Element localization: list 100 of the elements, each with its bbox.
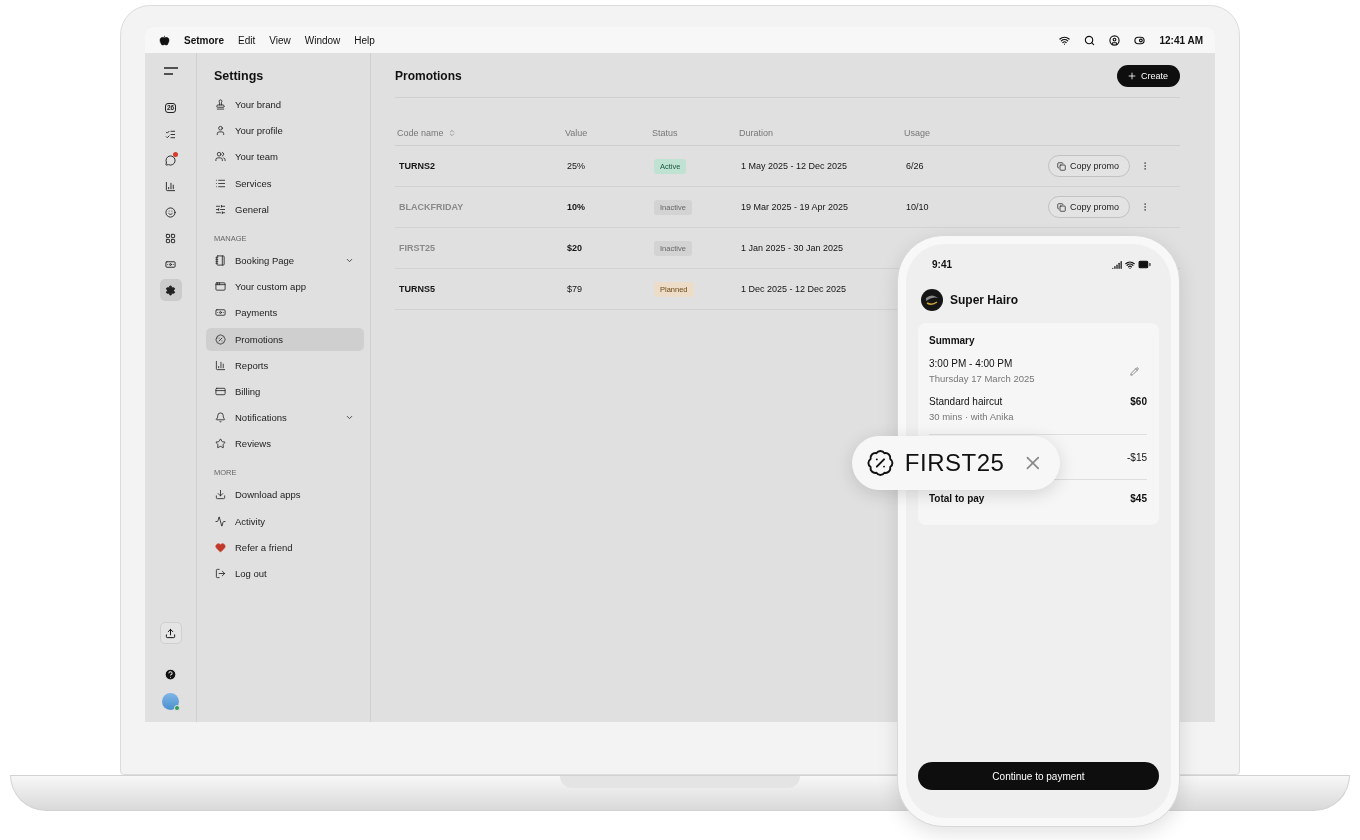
signal-icon — [1112, 259, 1122, 270]
nav-item[interactable]: Activity — [206, 509, 364, 533]
rail-button[interactable] — [159, 279, 182, 301]
menu-item[interactable]: Help — [354, 34, 375, 46]
help-icon[interactable] — [164, 668, 177, 681]
download-icon — [215, 489, 226, 501]
table-cell: FIRST25 — [395, 228, 563, 269]
nav-item[interactable]: General — [206, 197, 364, 221]
table-cell: 10/10 — [902, 187, 1048, 228]
upload-button[interactable] — [159, 622, 182, 644]
stamp-icon — [215, 99, 226, 110]
battery-icon — [1138, 258, 1151, 271]
column-header: Value — [565, 127, 588, 138]
copy-icon — [1056, 202, 1066, 212]
nav-item[interactable]: Services — [206, 171, 364, 195]
nav-item[interactable]: Download apps — [206, 483, 364, 507]
toggle-icon[interactable] — [1134, 34, 1146, 46]
table-cell: 25% — [563, 146, 650, 187]
list-icon — [215, 177, 226, 189]
nav-item[interactable]: Your profile — [206, 119, 364, 143]
app-window-icon — [215, 281, 226, 293]
notification-dot — [172, 152, 178, 157]
plus-icon — [1127, 71, 1137, 81]
menu-clock: 12:41 AM — [1159, 34, 1203, 46]
service-name: Standard haircut — [929, 396, 1004, 407]
continue-button[interactable]: Continue to payment — [918, 762, 1159, 790]
apple-icon[interactable] — [159, 34, 170, 46]
table-cell: 10% — [563, 187, 650, 228]
summary-title: Summary — [929, 335, 976, 346]
nav-item[interactable]: Notifications — [206, 406, 364, 430]
menu-item[interactable]: View — [269, 34, 291, 46]
promo-code: FIRST25 — [904, 449, 1005, 477]
nav-item[interactable]: Reviews — [206, 432, 364, 456]
badge-icon — [215, 333, 226, 345]
checklist-icon — [165, 128, 176, 140]
appointment-date: Thursday 17 March 2025 — [929, 373, 1035, 384]
service-detail: 30 mins · with Anika — [929, 411, 1014, 422]
chart-icon — [215, 359, 226, 371]
menu-item[interactable]: Setmore — [184, 34, 224, 46]
copy-icon — [1056, 161, 1066, 171]
table-cell: BLACKFRIDAY — [395, 187, 563, 228]
menu-icon[interactable] — [163, 67, 178, 75]
table-cell: TURNS5 — [395, 269, 563, 310]
users-icon — [215, 151, 226, 163]
phone-time: 9:41 — [932, 259, 952, 270]
time-range: 3:00 PM - 4:00 PM — [929, 358, 1014, 369]
column-header: Status — [652, 127, 678, 138]
nav-item[interactable]: Your brand — [206, 93, 364, 116]
wifi-icon[interactable] — [1059, 34, 1071, 46]
menu-item[interactable]: Edit — [238, 34, 256, 46]
banknote-icon — [165, 258, 176, 270]
nav-item[interactable]: Log out — [206, 562, 364, 585]
user-icon — [215, 125, 226, 137]
nav-item[interactable]: Payments — [206, 301, 364, 325]
copy-promo-button[interactable]: Copy promo — [1047, 196, 1130, 218]
pulse-icon — [215, 515, 226, 527]
nav-item[interactable]: Reports — [206, 353, 364, 377]
column-header: Usage — [904, 127, 930, 138]
nav-item[interactable]: Booking Page — [206, 248, 364, 272]
settings-title: Settings — [213, 69, 265, 85]
settings-icon — [165, 284, 176, 296]
shop-name: Super Hairo — [950, 293, 1018, 307]
logout-icon — [215, 568, 226, 579]
smiley-icon — [165, 206, 176, 218]
discount-amount: -$15 — [1127, 451, 1147, 463]
table-cell: 6/26 — [902, 146, 1048, 187]
nav-item[interactable]: Refer a friend — [206, 535, 364, 559]
create-button[interactable]: Create — [1117, 65, 1180, 87]
star-icon — [215, 438, 226, 450]
table-cell: 1 May 2025 - 12 Dec 2025 — [737, 146, 902, 187]
total-label: Total to pay — [929, 493, 985, 504]
badge-percent-icon — [866, 447, 895, 479]
heart-icon — [215, 541, 226, 553]
column-header[interactable]: Code name — [397, 127, 444, 138]
upload-icon — [165, 627, 176, 639]
user-icon[interactable] — [1109, 34, 1121, 46]
menu-item[interactable]: Window — [304, 34, 341, 46]
notebook-icon — [215, 254, 226, 266]
nav-item[interactable]: Your team — [206, 145, 364, 169]
table-cell: $20 — [563, 228, 650, 269]
page-title: Promotions — [395, 69, 462, 83]
column-header: Duration — [739, 127, 774, 138]
table-cell: 19 Mar 2025 - 19 Apr 2025 — [737, 187, 902, 228]
sliders-icon — [215, 203, 226, 215]
search-icon[interactable] — [1084, 34, 1096, 46]
nav-item[interactable]: Your custom app — [206, 275, 364, 299]
nav-item[interactable]: Promotions — [206, 327, 364, 351]
total-amount: $45 — [1130, 493, 1147, 504]
wifi-icon — [1125, 259, 1135, 270]
bell-icon — [215, 412, 226, 424]
credit-card-icon — [215, 385, 226, 397]
grid-icon — [165, 232, 176, 244]
chat-icon — [165, 154, 176, 166]
service-price: $60 — [1130, 396, 1147, 407]
table-cell: TURNS2 — [395, 146, 563, 187]
copy-promo-button[interactable]: Copy promo — [1047, 155, 1130, 177]
chart-icon — [165, 180, 176, 192]
table-cell: $79 — [563, 269, 650, 310]
banknote-icon — [215, 307, 226, 319]
nav-item[interactable]: Billing — [206, 379, 364, 403]
